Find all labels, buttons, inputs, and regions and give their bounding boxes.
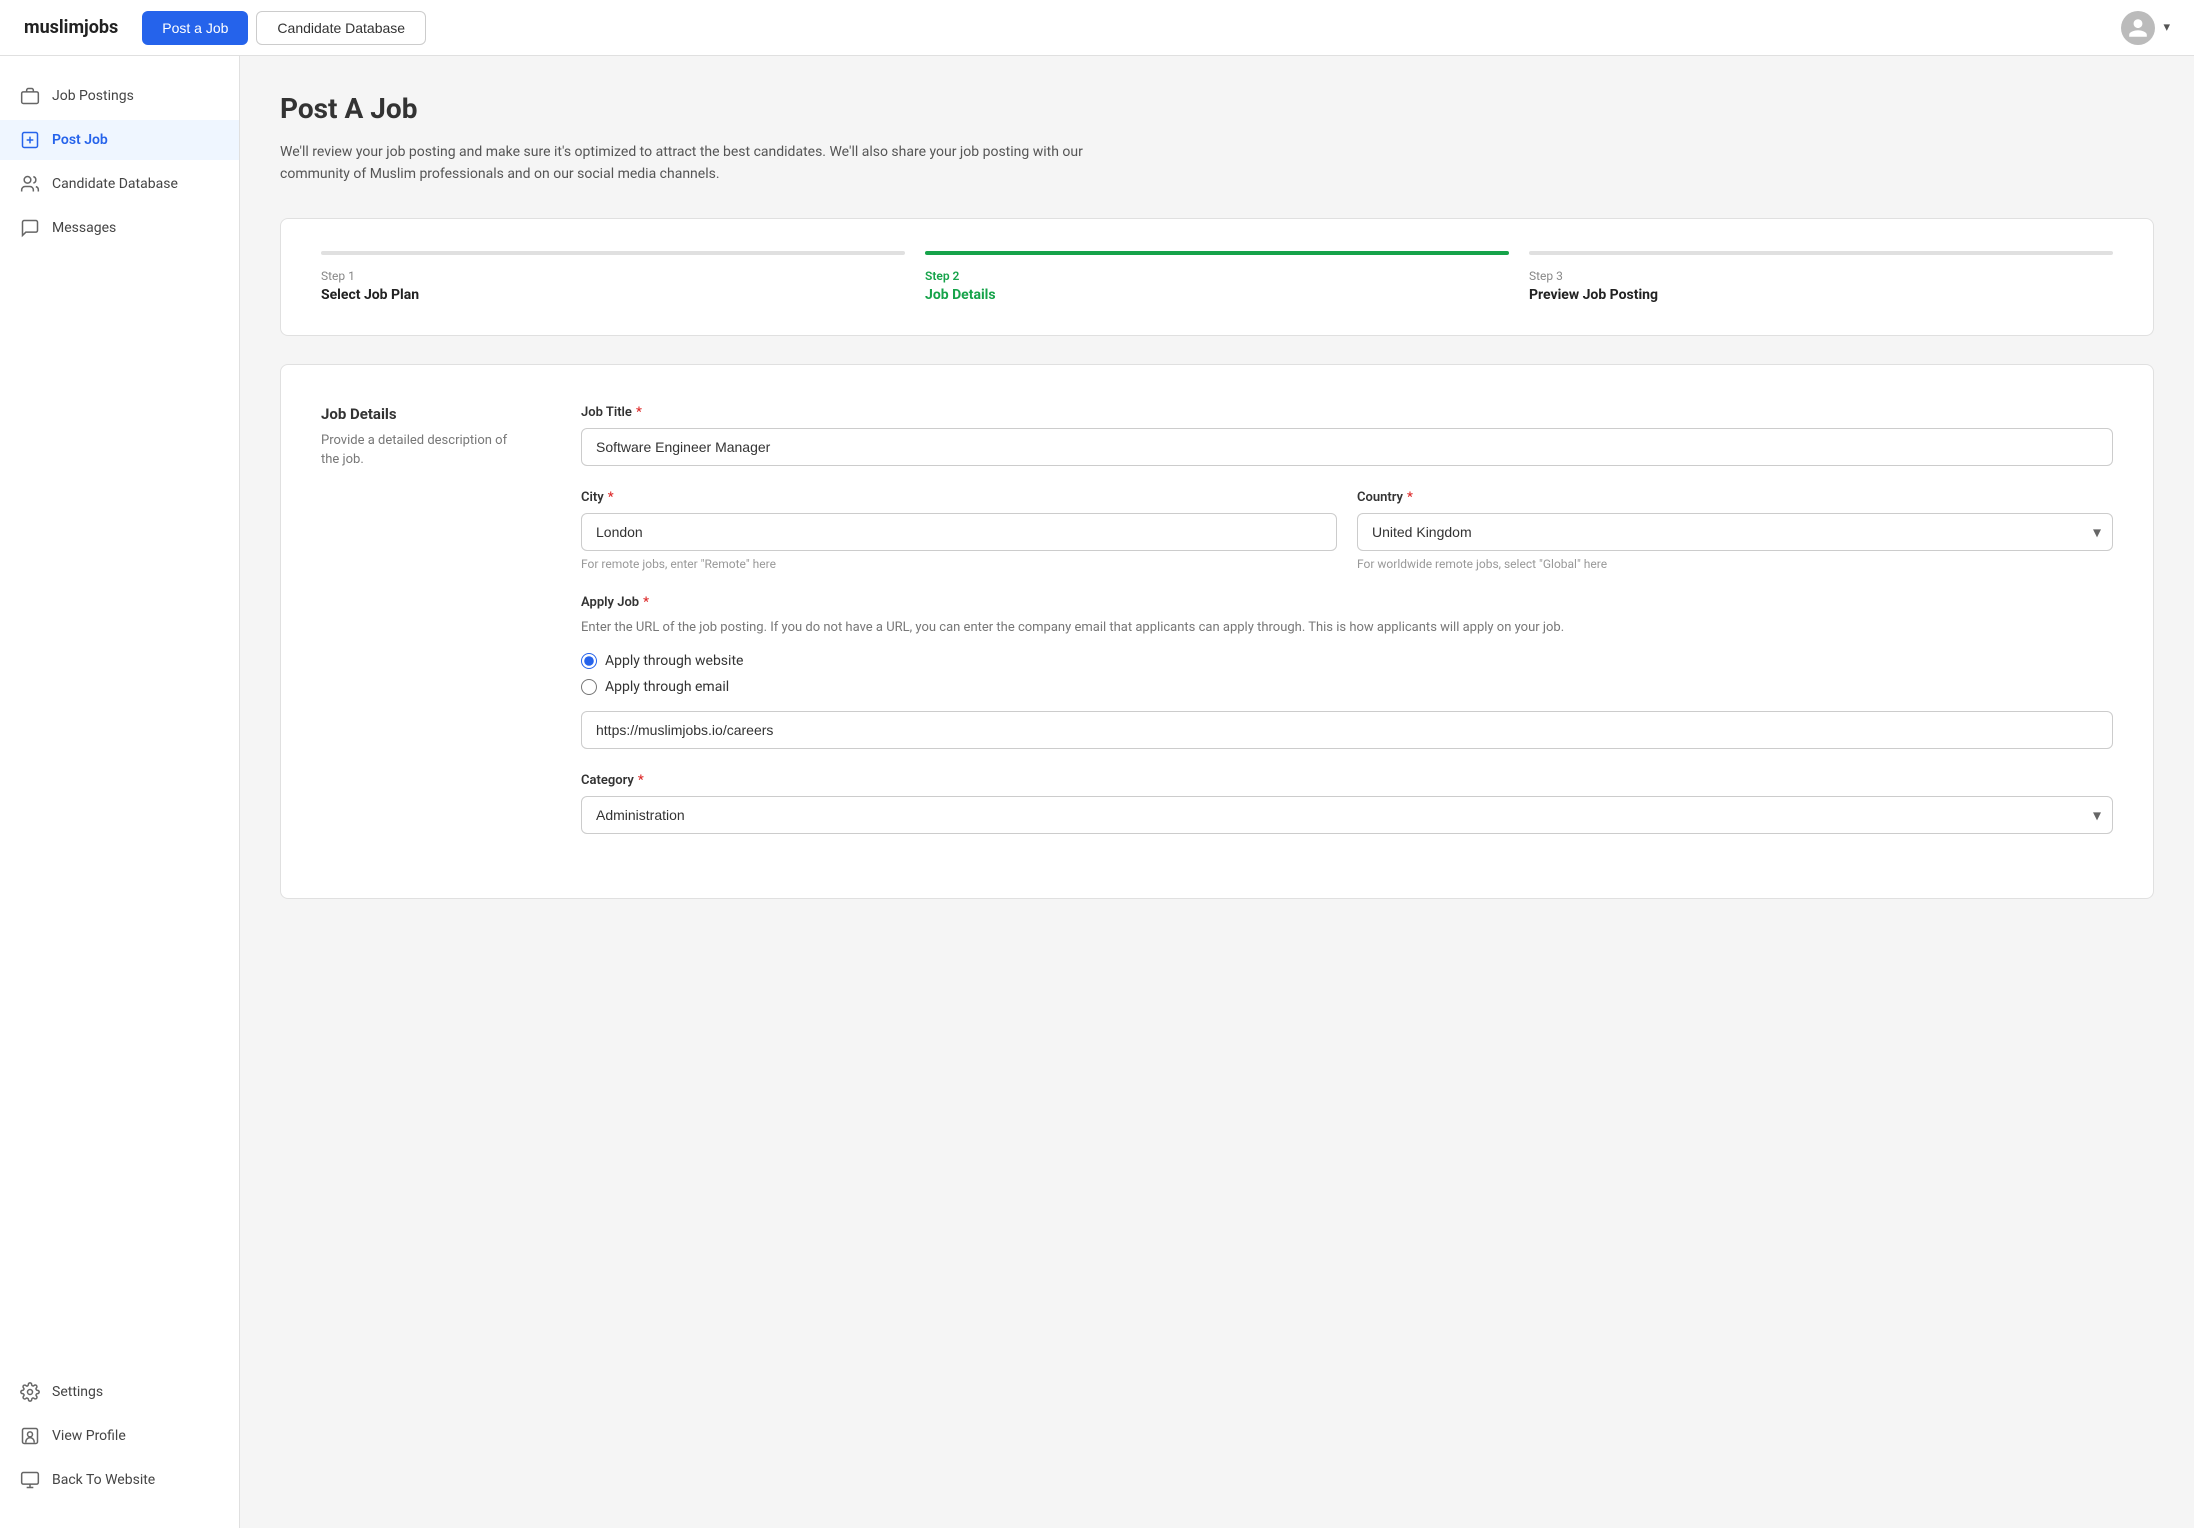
step-3-label: Preview Job Posting (1529, 287, 2113, 303)
country-label: Country * (1357, 490, 2113, 505)
steps-card: Step 1 Select Job Plan Step 2 Job Detail… (280, 218, 2154, 336)
city-input[interactable] (581, 513, 1337, 551)
post-job-icon (20, 130, 40, 150)
step-2: Step 2 Job Details (925, 251, 1529, 303)
sidebar-bottom: Settings View Profile Back To Website (0, 1372, 239, 1508)
sidebar-item-settings[interactable]: Settings (0, 1372, 239, 1412)
top-nav-buttons: Post a Job Candidate Database (142, 11, 426, 45)
message-icon (20, 218, 40, 238)
category-label: Category * (581, 773, 2113, 788)
form-section-desc: Provide a detailed description of the jo… (321, 431, 521, 470)
form-card: Job Details Provide a detailed descripti… (280, 364, 2154, 900)
sidebar-label-view-profile: View Profile (52, 1428, 126, 1444)
step-1-bar (321, 251, 905, 255)
form-layout: Job Details Provide a detailed descripti… (321, 405, 2113, 859)
city-group: City * For remote jobs, enter "Remote" h… (581, 490, 1337, 571)
step-1-number: Step 1 (321, 269, 905, 283)
step-2-number: Step 2 (925, 269, 1509, 283)
step-2-label: Job Details (925, 287, 1509, 303)
gear-icon (20, 1382, 40, 1402)
form-fields: Job Title * City * For (581, 405, 2113, 859)
form-section-title: Job Details (321, 405, 521, 423)
country-select-wrapper: United Kingdom United States Global ▾ (1357, 513, 2113, 551)
user-icon (2127, 17, 2149, 39)
category-required: * (638, 773, 644, 788)
step-3: Step 3 Preview Job Posting (1529, 251, 2113, 303)
page-title: Post A Job (280, 92, 2154, 125)
candidate-database-button[interactable]: Candidate Database (256, 11, 426, 45)
job-title-group: Job Title * (581, 405, 2113, 466)
sidebar-label-post-job: Post Job (52, 132, 108, 148)
sidebar: Job Postings Post Job Candidate Database (0, 56, 240, 1528)
city-country-row: City * For remote jobs, enter "Remote" h… (581, 490, 2113, 571)
apply-required: * (643, 595, 649, 610)
job-title-label: Job Title * (581, 405, 2113, 420)
category-select[interactable]: Administration Engineering Marketing Fin… (581, 796, 2113, 834)
logo: muslimjobs (24, 17, 118, 38)
step-3-number: Step 3 (1529, 269, 2113, 283)
sidebar-item-job-postings[interactable]: Job Postings (0, 76, 239, 116)
apply-email-radio[interactable] (581, 679, 597, 695)
apply-job-desc: Enter the URL of the job posting. If you… (581, 618, 2113, 638)
sidebar-item-view-profile[interactable]: View Profile (0, 1416, 239, 1456)
sidebar-label-messages: Messages (52, 220, 116, 236)
top-nav-left: muslimjobs Post a Job Candidate Database (24, 11, 426, 45)
post-job-button[interactable]: Post a Job (142, 11, 248, 45)
profile-icon (20, 1426, 40, 1446)
country-required: * (1407, 490, 1413, 505)
step-3-bar (1529, 251, 2113, 255)
user-menu[interactable]: ▾ (2121, 11, 2170, 45)
step-1-label: Select Job Plan (321, 287, 905, 303)
city-hint: For remote jobs, enter "Remote" here (581, 557, 1337, 571)
sidebar-item-candidate-database[interactable]: Candidate Database (0, 164, 239, 204)
step-1: Step 1 Select Job Plan (321, 251, 925, 303)
country-hint: For worldwide remote jobs, select "Globa… (1357, 557, 2113, 571)
country-group: Country * United Kingdom United States G… (1357, 490, 2113, 571)
briefcase-icon (20, 86, 40, 106)
apply-website-radio[interactable] (581, 653, 597, 669)
monitor-icon (20, 1470, 40, 1490)
apply-url-input[interactable] (581, 711, 2113, 749)
apply-email-option[interactable]: Apply through email (581, 679, 2113, 695)
sidebar-label-job-postings: Job Postings (52, 88, 134, 104)
steps-wrapper: Step 1 Select Job Plan Step 2 Job Detail… (321, 251, 2113, 303)
apply-website-option[interactable]: Apply through website (581, 653, 2113, 669)
city-label: City * (581, 490, 1337, 505)
country-select[interactable]: United Kingdom United States Global (1357, 513, 2113, 551)
sidebar-top: Job Postings Post Job Candidate Database (0, 76, 239, 248)
sidebar-item-back-to-website[interactable]: Back To Website (0, 1460, 239, 1500)
page-description: We'll review your job posting and make s… (280, 141, 1100, 186)
apply-job-label: Apply Job * (581, 595, 2113, 610)
sidebar-label-settings: Settings (52, 1384, 103, 1400)
step-2-bar (925, 251, 1509, 255)
user-chevron: ▾ (2163, 20, 2170, 35)
sidebar-item-messages[interactable]: Messages (0, 208, 239, 248)
sidebar-label-back-to-website: Back To Website (52, 1472, 155, 1488)
main-content: Post A Job We'll review your job posting… (240, 56, 2194, 1528)
sidebar-item-post-job[interactable]: Post Job (0, 120, 239, 160)
main-layout: Job Postings Post Job Candidate Database (0, 56, 2194, 1528)
city-required: * (608, 490, 614, 505)
form-sidebar: Job Details Provide a detailed descripti… (321, 405, 521, 859)
category-select-wrapper: Administration Engineering Marketing Fin… (581, 796, 2113, 834)
apply-job-group: Apply Job * Enter the URL of the job pos… (581, 595, 2113, 750)
people-icon (20, 174, 40, 194)
category-group: Category * Administration Engineering Ma… (581, 773, 2113, 834)
sidebar-label-candidate-database: Candidate Database (52, 176, 178, 192)
top-nav: muslimjobs Post a Job Candidate Database… (0, 0, 2194, 56)
job-title-input[interactable] (581, 428, 2113, 466)
apply-radio-group: Apply through website Apply through emai… (581, 653, 2113, 695)
required-star: * (636, 405, 642, 420)
avatar (2121, 11, 2155, 45)
